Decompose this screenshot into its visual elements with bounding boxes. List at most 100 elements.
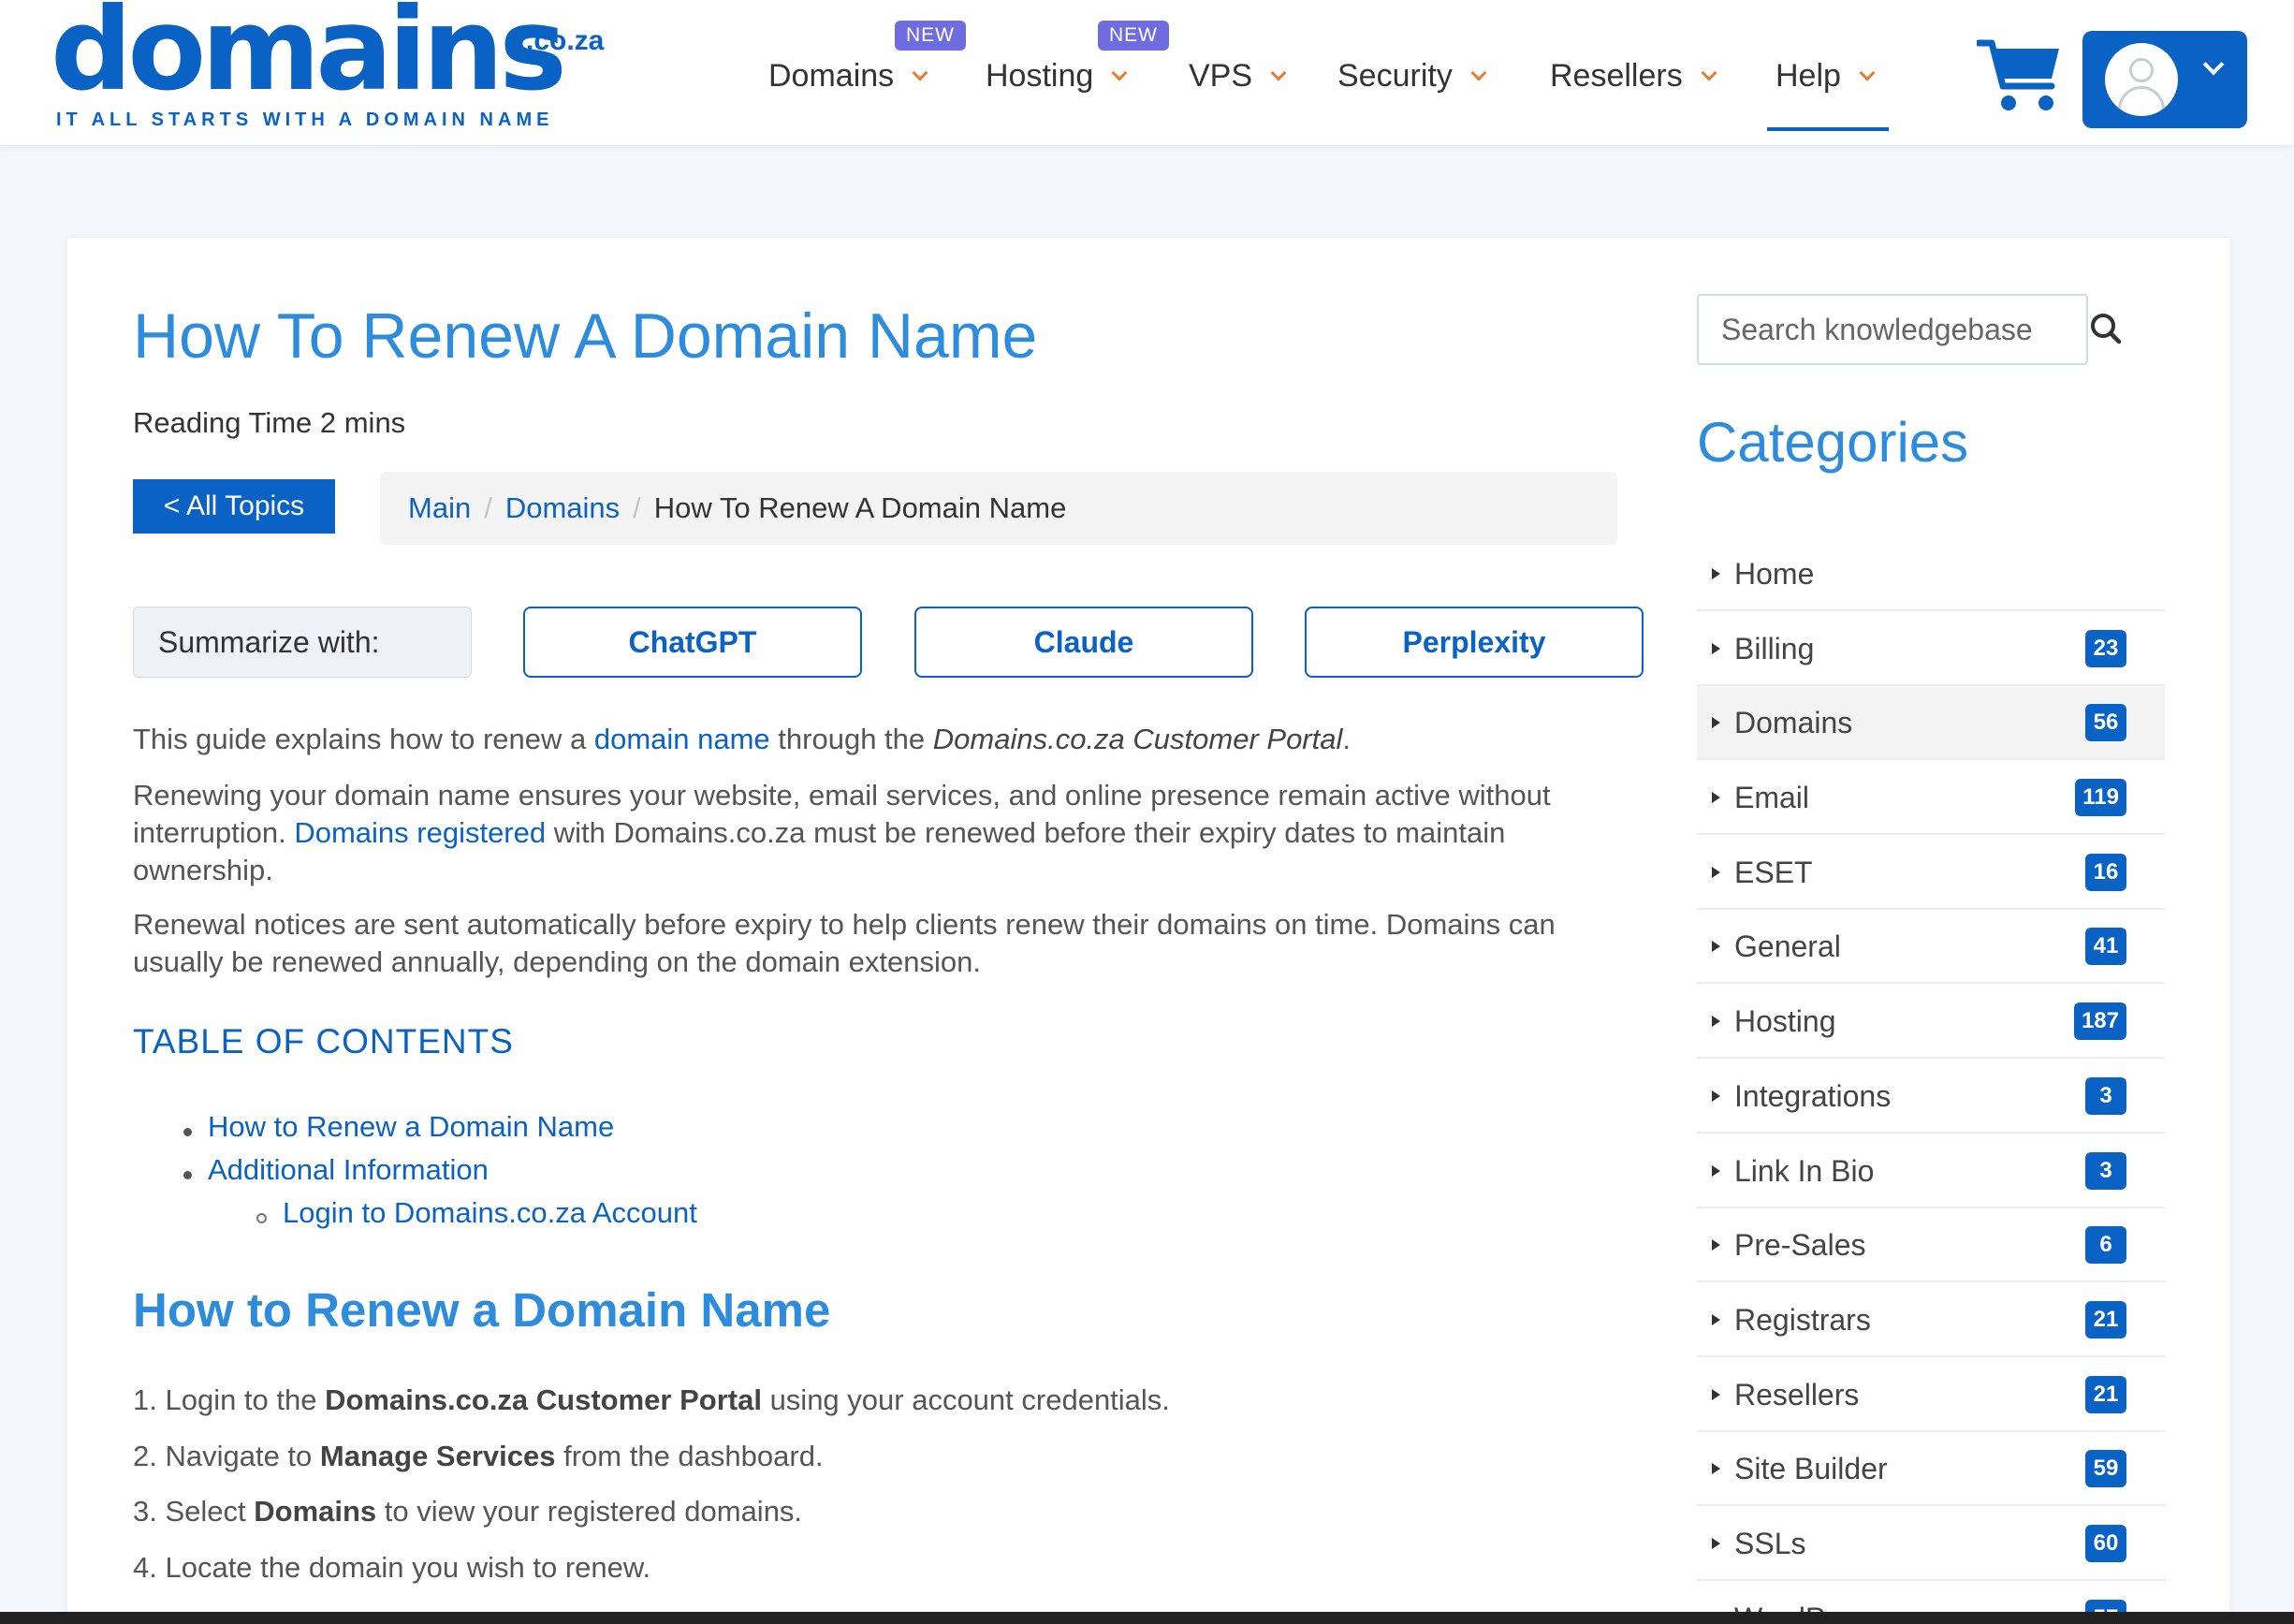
count-badge: 41: [2085, 928, 2126, 965]
category-link-in-bio[interactable]: Link In Bio 3: [1697, 1134, 2165, 1208]
category-general[interactable]: General 41: [1697, 910, 2165, 984]
count-badge: 21: [2085, 1376, 2126, 1413]
logo-tagline: IT ALL STARTS WITH A DOMAIN NAME: [56, 110, 554, 130]
count-badge: 119: [2075, 779, 2126, 816]
nav-hosting[interactable]: Hosting: [986, 58, 1128, 103]
summarize-perplexity-button[interactable]: Perplexity: [1305, 607, 1644, 678]
count-badge: 21: [2085, 1301, 2126, 1339]
intro-paragraph: This guide explains how to renew a domai…: [133, 723, 1351, 755]
search-input[interactable]: Search knowledgebase: [1697, 294, 2088, 365]
nav-security-label: Security: [1337, 58, 1453, 94]
domains-registered-link[interactable]: Domains registered: [294, 816, 546, 849]
step-3: 3. Select Domains to view your registere…: [133, 1495, 803, 1528]
bullet-icon: [183, 1128, 192, 1136]
category-pre-sales[interactable]: Pre-Sales 6: [1697, 1208, 2165, 1282]
chevron-down-icon: [1270, 65, 1287, 81]
toc-heading: TABLE OF CONTENTS: [133, 1022, 514, 1061]
bullet-hollow-icon: [256, 1213, 267, 1223]
nav-domains-label: Domains: [768, 58, 895, 94]
nav-vps-label: VPS: [1189, 58, 1253, 94]
nav-help[interactable]: Help: [1775, 58, 1876, 103]
summarize-label: Summarize with:: [133, 607, 472, 678]
nav-badge-domains: NEW: [895, 21, 966, 51]
domain-name-link[interactable]: domain name: [594, 723, 770, 755]
category-billing[interactable]: Billing 23: [1697, 612, 2165, 686]
caret-right-icon: [1712, 867, 1720, 878]
site-header: domains .co.za IT ALL STARTS WITH A DOMA…: [0, 0, 2294, 145]
chevron-down-icon: [1859, 65, 1876, 81]
window-bottom-edge: [0, 1612, 2294, 1624]
nav-hosting-label: Hosting: [986, 58, 1094, 94]
nav-resellers[interactable]: Resellers: [1550, 58, 1717, 103]
step-2: 2. Navigate to Manage Services from the …: [133, 1440, 824, 1472]
count-badge: 187: [2073, 1002, 2126, 1040]
toc-link-login[interactable]: Login to Domains.co.za Account: [283, 1196, 697, 1230]
summarize-chatgpt-button[interactable]: ChatGPT: [523, 607, 862, 678]
category-site-builder[interactable]: Site Builder 59: [1697, 1432, 2165, 1506]
all-topics-button[interactable]: < All Topics: [133, 479, 335, 534]
category-home[interactable]: Home: [1697, 537, 2165, 611]
count-badge: 3: [2085, 1152, 2126, 1190]
count-badge: 16: [2085, 854, 2126, 891]
category-hosting[interactable]: Hosting 187: [1697, 985, 2165, 1059]
nav-vps[interactable]: VPS: [1189, 58, 1287, 103]
renewal-paragraph: Renewing your domain name ensures your w…: [133, 779, 1551, 886]
logo-tld: .co.za: [526, 25, 605, 56]
chevron-down-icon: [1111, 65, 1128, 81]
bullet-icon: [183, 1171, 192, 1179]
nav-help-label: Help: [1775, 58, 1841, 94]
step-1: 1. Login to the Domains.co.za Customer P…: [133, 1383, 1170, 1416]
count-badge: 23: [2085, 630, 2126, 667]
nav-active-indicator: [1767, 127, 1889, 131]
breadcrumb-main[interactable]: Main: [408, 491, 471, 524]
caret-right-icon: [1712, 1016, 1720, 1027]
category-resellers[interactable]: Resellers 21: [1697, 1358, 2165, 1432]
breadcrumb-separator: /: [484, 491, 492, 524]
reading-time: Reading Time 2 mins: [133, 406, 406, 439]
chevron-down-icon: [912, 65, 928, 81]
count-badge: 3: [2085, 1077, 2126, 1115]
chevron-down-icon: [1701, 65, 1717, 81]
toc-link-renew[interactable]: How to Renew a Domain Name: [208, 1110, 614, 1144]
categories-title: Categories: [1697, 411, 1969, 474]
category-integrations[interactable]: Integrations 3: [1697, 1060, 2165, 1134]
caret-right-icon: [1712, 568, 1720, 579]
nav-badge-hosting: NEW: [1098, 21, 1169, 51]
breadcrumb-current: How To Renew A Domain Name: [653, 491, 1067, 524]
category-ssls[interactable]: SSLs 60: [1697, 1507, 2165, 1581]
category-email[interactable]: Email 119: [1697, 761, 2165, 835]
logo-wordmark: domains: [51, 0, 567, 116]
chevron-down-icon: [1470, 65, 1487, 81]
breadcrumb-separator: /: [633, 491, 641, 524]
article-card: How To Renew A Domain Name Reading Time …: [67, 238, 2229, 1624]
count-badge: 59: [2085, 1450, 2126, 1487]
notice-paragraph: Renewal notices are sent automatically b…: [133, 908, 1556, 978]
category-domains[interactable]: Domains 56: [1697, 686, 2165, 760]
nav-resellers-label: Resellers: [1550, 58, 1683, 94]
chevron-down-icon: [2202, 53, 2225, 76]
nav-domains[interactable]: Domains: [768, 58, 928, 103]
search-placeholder: Search knowledgebase: [1721, 313, 2033, 346]
search-icon[interactable]: [2086, 294, 2127, 365]
site-logo[interactable]: domains .co.za IT ALL STARTS WITH A DOMA…: [51, 0, 612, 140]
count-badge: 6: [2085, 1226, 2126, 1264]
step-4: 4. Locate the domain you wish to renew.: [133, 1551, 651, 1584]
caret-right-icon: [1712, 1314, 1720, 1325]
caret-right-icon: [1712, 1538, 1720, 1549]
caret-right-icon: [1712, 1239, 1720, 1251]
caret-right-icon: [1712, 1165, 1720, 1177]
summarize-claude-button[interactable]: Claude: [914, 607, 1253, 678]
account-menu-button[interactable]: [2082, 31, 2247, 128]
category-registrars[interactable]: Registrars 21: [1697, 1283, 2165, 1357]
toc-link-additional[interactable]: Additional Information: [208, 1153, 489, 1187]
breadcrumb: Main / Domains / How To Renew A Domain Name: [380, 472, 1617, 545]
nav-security[interactable]: Security: [1337, 58, 1487, 103]
cart-icon[interactable]: [1975, 37, 2063, 114]
caret-right-icon: [1712, 643, 1720, 654]
caret-right-icon: [1712, 1090, 1720, 1102]
caret-right-icon: [1712, 1389, 1720, 1400]
page-title: How To Renew A Domain Name: [133, 300, 1038, 372]
count-badge: 60: [2085, 1525, 2126, 1562]
breadcrumb-domains[interactable]: Domains: [505, 491, 620, 524]
category-eset[interactable]: ESET 16: [1697, 836, 2165, 910]
